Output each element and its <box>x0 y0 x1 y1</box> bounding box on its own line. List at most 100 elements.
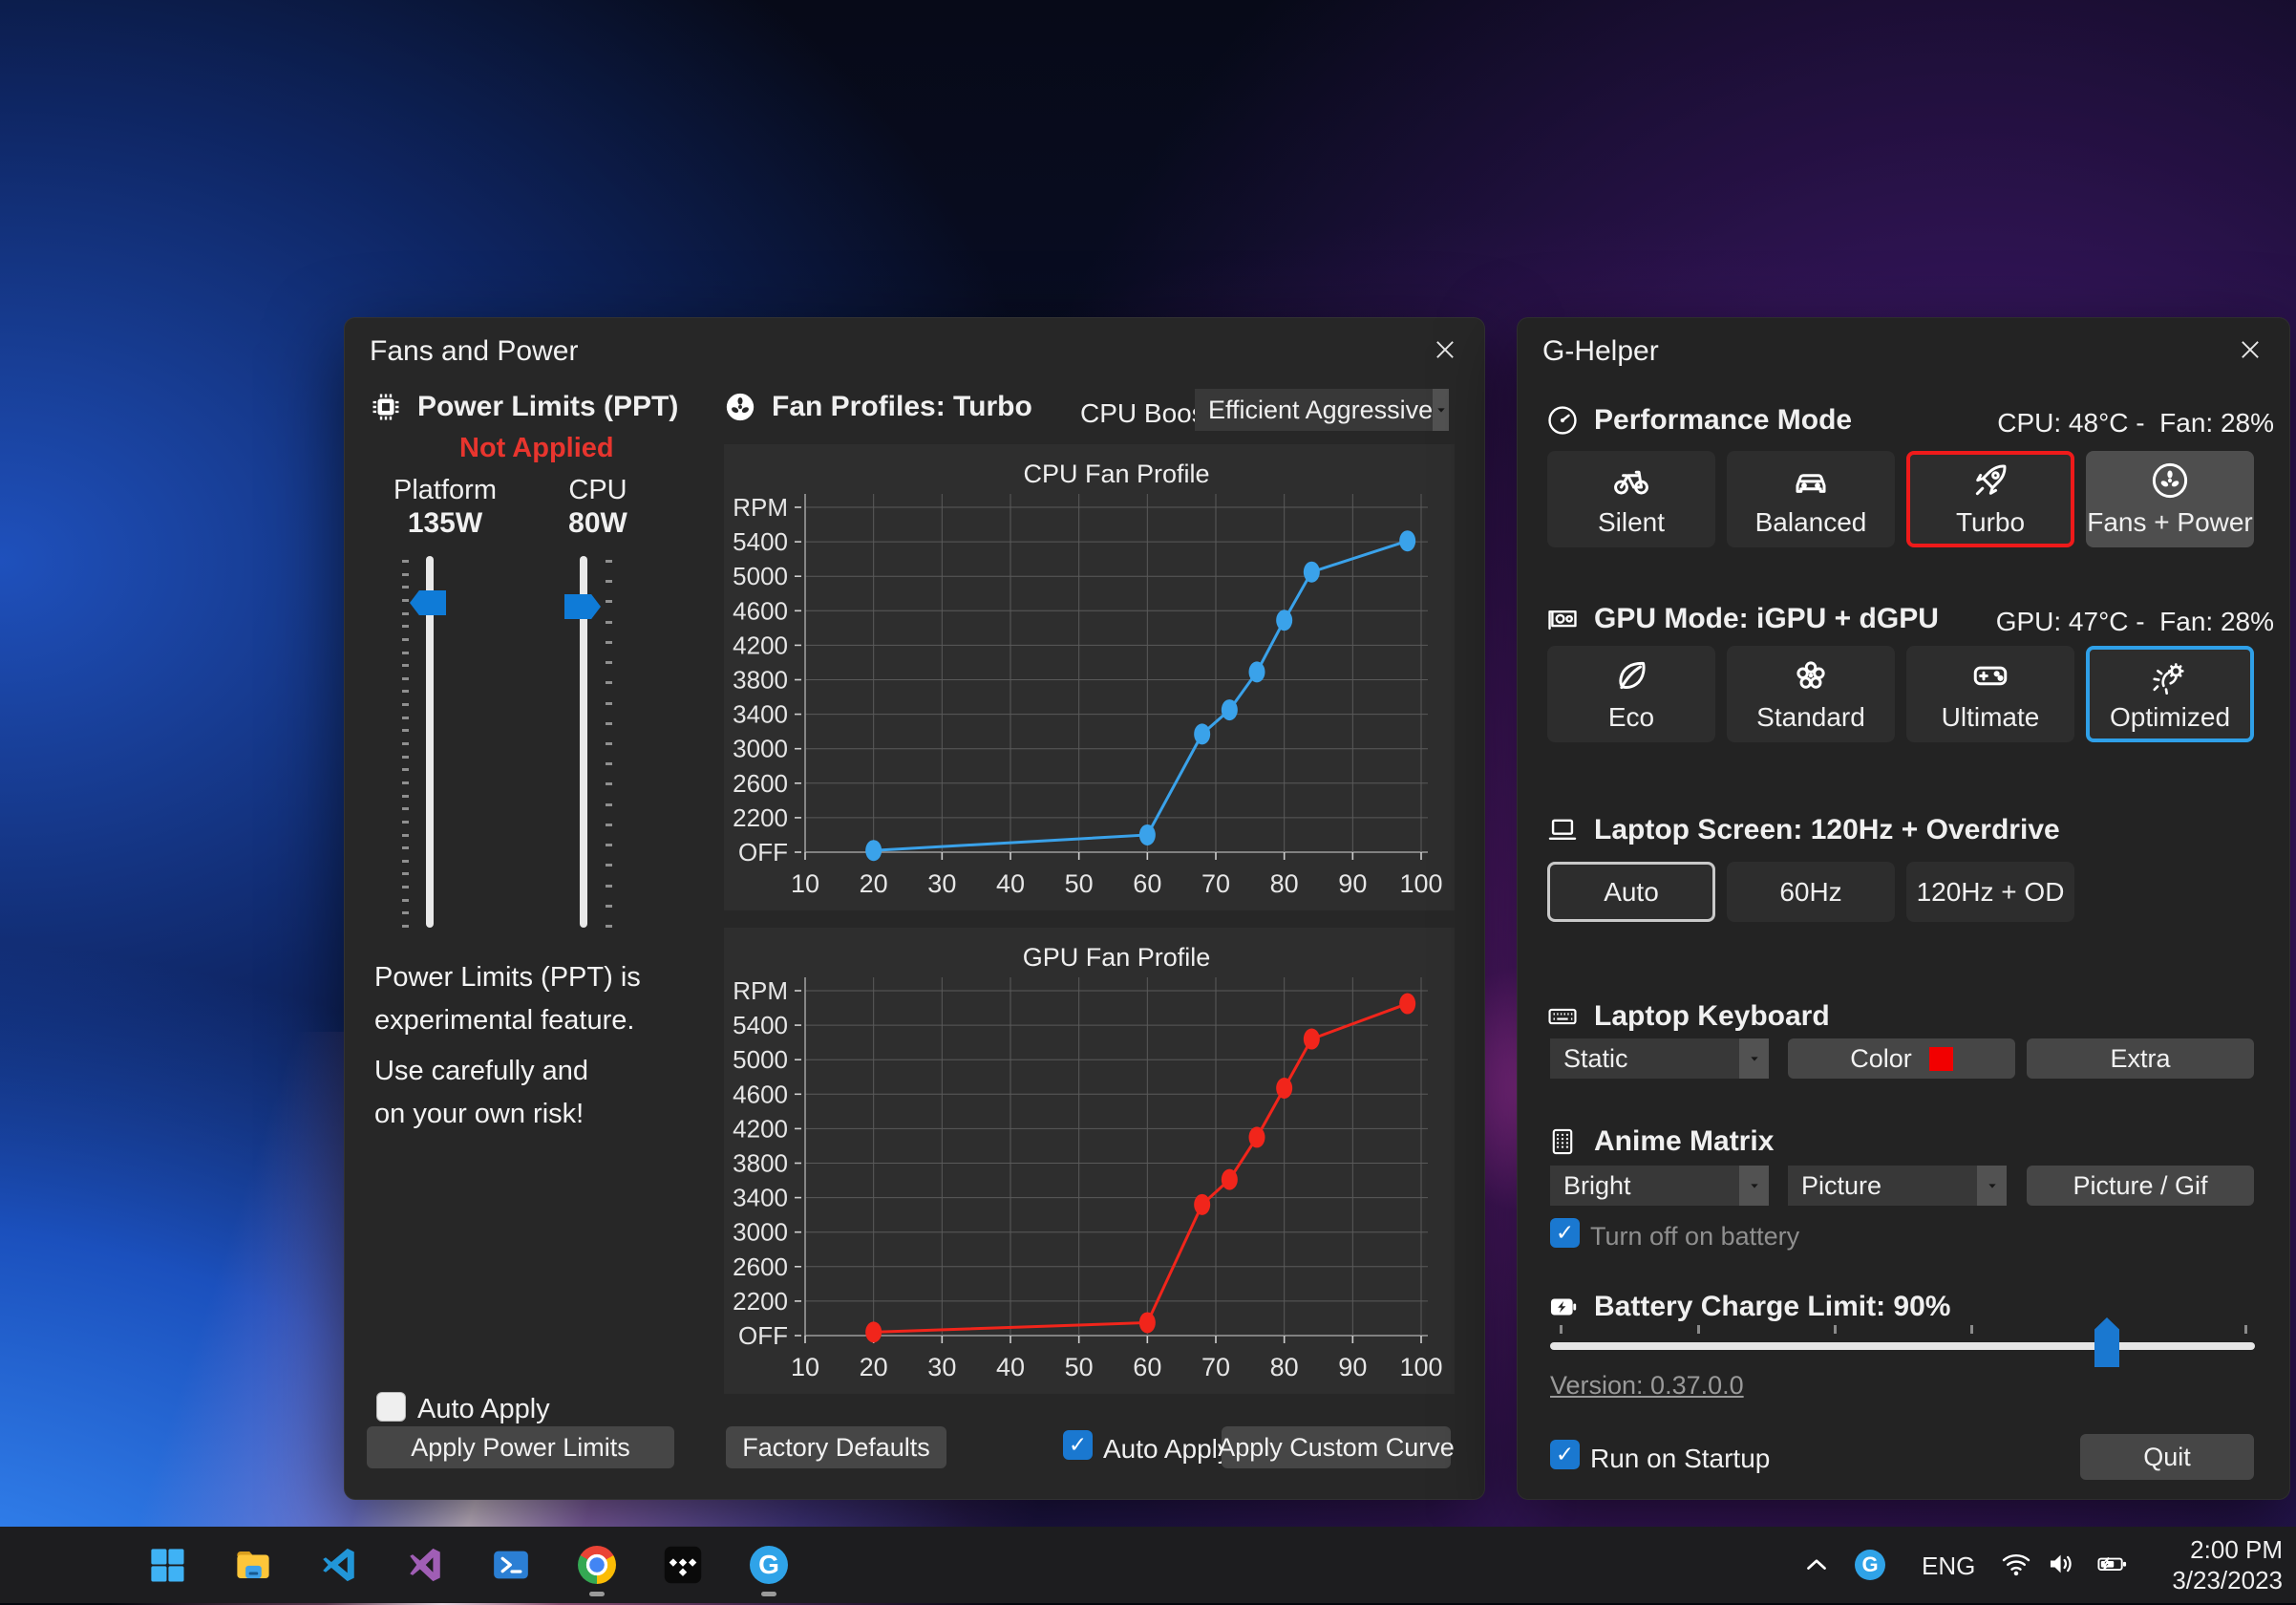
volume-icon <box>2046 1548 2078 1580</box>
anime-mode-value: Picture <box>1788 1166 1977 1206</box>
taskbar-visual-studio[interactable] <box>403 1543 447 1587</box>
tray-battery[interactable] <box>2092 1548 2134 1580</box>
perf-mode-silent-button[interactable]: Silent <box>1547 451 1715 547</box>
perf-mode-balanced-button[interactable]: Balanced <box>1727 451 1895 547</box>
keyboard-mode-dropdown[interactable]: Static <box>1550 1038 1769 1079</box>
taskbar-ghelper[interactable]: G <box>747 1543 791 1587</box>
laptop-keyboard-header: Laptop Keyboard <box>1546 1000 1830 1033</box>
tray-ghelper[interactable]: G <box>1855 1550 1885 1580</box>
leaf-icon <box>1611 655 1651 696</box>
screen-auto-button[interactable]: Auto <box>1547 862 1715 922</box>
close-button[interactable] <box>1421 328 1469 372</box>
battery-charge-limit-header: Battery Charge Limit: 90% <box>1546 1291 1950 1323</box>
svg-text:RPM: RPM <box>733 493 788 522</box>
anime-matrix-title: Anime Matrix <box>1594 1125 1774 1158</box>
gpu-mode-eco-button[interactable]: Eco <box>1547 646 1715 742</box>
svg-text:3400: 3400 <box>733 700 788 729</box>
cpu-boost-value: Efficient Aggressive <box>1195 389 1433 431</box>
close-icon <box>1432 336 1458 363</box>
close-button[interactable] <box>2226 328 2274 372</box>
close-icon <box>2237 336 2264 363</box>
svg-text:40: 40 <box>996 869 1025 898</box>
file-explorer-icon <box>233 1545 273 1585</box>
screen-120hz-od-button[interactable]: 120Hz + OD <box>1906 862 2074 922</box>
svg-text:80: 80 <box>1270 869 1299 898</box>
anime-mode-dropdown[interactable]: Picture <box>1788 1166 2007 1206</box>
fans-and-power-window: Fans and Power Power Limits (PPT) Not Ap… <box>344 317 1485 1500</box>
cpu-slider-thumb[interactable] <box>564 594 601 619</box>
keyboard-color-button[interactable]: Color <box>1788 1038 2015 1079</box>
version-link[interactable]: Version: 0.37.0.0 <box>1550 1371 1744 1401</box>
taskbar-tidal[interactable] <box>661 1543 705 1587</box>
gpu-mode-optimized-button[interactable]: Optimized <box>2086 646 2254 742</box>
battery-slider-thumb[interactable] <box>2094 1317 2119 1367</box>
gpu-mode-ultimate-button[interactable]: Ultimate <box>1906 646 2074 742</box>
anime-brightness-dropdown[interactable]: Bright <box>1550 1166 1769 1206</box>
chrome-running-indicator <box>589 1592 605 1596</box>
taskbar-chrome[interactable] <box>575 1543 619 1587</box>
chevron-down-icon <box>1985 1178 2000 1193</box>
apply-power-limits-button[interactable]: Apply Power Limits <box>367 1426 674 1468</box>
fan-profiles-header: Fan Profiles: Turbo <box>724 391 1032 423</box>
gpu-fan-profile-chart[interactable]: GPU Fan ProfileOFF2200260030003400380042… <box>724 928 1455 1394</box>
dropdown-arrow-button[interactable] <box>1739 1166 1769 1206</box>
battery-charge-limit-title: Battery Charge Limit: 90% <box>1594 1291 1950 1323</box>
anime-matrix-header: Anime Matrix <box>1546 1125 1774 1158</box>
taskbar-powershell[interactable] <box>489 1543 533 1587</box>
battery-charge-slider[interactable] <box>1550 1342 2255 1350</box>
svg-text:20: 20 <box>860 869 888 898</box>
svg-text:4600: 4600 <box>733 596 788 625</box>
dropdown-arrow-button[interactable] <box>1739 1038 1769 1079</box>
window-title: Fans and Power <box>370 335 578 368</box>
gpu-mode-header: GPU Mode: iGPU + dGPU <box>1546 603 1939 635</box>
gpu-temp-status: GPU: 47°C - Fan: 28% <box>1996 607 2274 637</box>
picture-gif-button[interactable]: Picture / Gif <box>2027 1166 2254 1206</box>
gpu-mode-standard-button[interactable]: Standard <box>1727 646 1895 742</box>
tray-clock[interactable]: 2:00 PM 3/23/2023 <box>2172 1534 2283 1595</box>
fans-power-button[interactable]: Fans + Power <box>2086 451 2254 547</box>
svg-text:OFF: OFF <box>738 1321 788 1350</box>
start-button[interactable] <box>145 1543 189 1587</box>
svg-text:2600: 2600 <box>733 769 788 798</box>
apply-custom-curve-button[interactable]: Apply Custom Curve <box>1222 1426 1451 1468</box>
cpu-boost-dropdown[interactable]: Efficient Aggressive <box>1195 389 1449 431</box>
dropdown-arrow-button[interactable] <box>1433 389 1449 431</box>
dropdown-arrow-button[interactable] <box>1977 1166 2007 1206</box>
bicycle-icon <box>1611 460 1651 501</box>
fan-icon <box>724 391 756 423</box>
turn-off-on-battery-checkbox[interactable]: ✓ <box>1550 1218 1580 1248</box>
tray-volume[interactable] <box>2046 1548 2078 1580</box>
svg-text:10: 10 <box>791 869 819 898</box>
svg-text:90: 90 <box>1338 869 1367 898</box>
taskbar-file-explorer[interactable] <box>231 1543 275 1587</box>
gauge-icon <box>1546 404 1579 437</box>
gpu-mode-title: GPU Mode: iGPU + dGPU <box>1594 603 1939 635</box>
quit-button[interactable]: Quit <box>2080 1434 2254 1480</box>
tray-language[interactable]: ENG <box>1922 1552 1975 1581</box>
svg-text:4200: 4200 <box>733 1114 788 1143</box>
run-on-startup-checkbox[interactable]: ✓ <box>1550 1440 1580 1469</box>
platform-slider-thumb[interactable] <box>410 590 446 615</box>
auto-apply-curve-checkbox[interactable]: ✓ <box>1063 1430 1093 1460</box>
power-limits-warning-2: Use carefully and on your own risk! <box>374 1050 588 1136</box>
svg-text:5000: 5000 <box>733 562 788 590</box>
auto-apply-power-checkbox[interactable]: ✓ <box>376 1392 406 1422</box>
perf-mode-turbo-button[interactable]: Turbo <box>1906 451 2074 547</box>
svg-text:10: 10 <box>791 1353 819 1381</box>
taskbar-vscode[interactable] <box>317 1543 361 1587</box>
laptop-keyboard-title: Laptop Keyboard <box>1594 1000 1830 1033</box>
tray-wifi[interactable] <box>2000 1548 2032 1580</box>
screen-60hz-button[interactable]: 60Hz <box>1727 862 1895 922</box>
keyboard-extra-button[interactable]: Extra <box>2027 1038 2254 1079</box>
tray-time: 2:00 PM <box>2172 1534 2283 1565</box>
factory-defaults-button[interactable]: Factory Defaults <box>726 1426 946 1468</box>
g-helper-window: G-Helper Performance Mode CPU: 48°C - Fa… <box>1517 317 2290 1500</box>
svg-text:2600: 2600 <box>733 1252 788 1281</box>
auto-apply-curve-label: Auto Apply <box>1103 1434 1231 1465</box>
cpu-fan-profile-chart[interactable]: CPU Fan ProfileOFF2200260030003400380042… <box>724 444 1455 910</box>
keyboard-icon <box>1546 1000 1579 1033</box>
keyboard-mode-value: Static <box>1550 1038 1739 1079</box>
tray-show-hidden-icons[interactable] <box>1797 1548 1836 1582</box>
svg-text:50: 50 <box>1065 1353 1094 1381</box>
svg-text:4600: 4600 <box>733 1080 788 1108</box>
